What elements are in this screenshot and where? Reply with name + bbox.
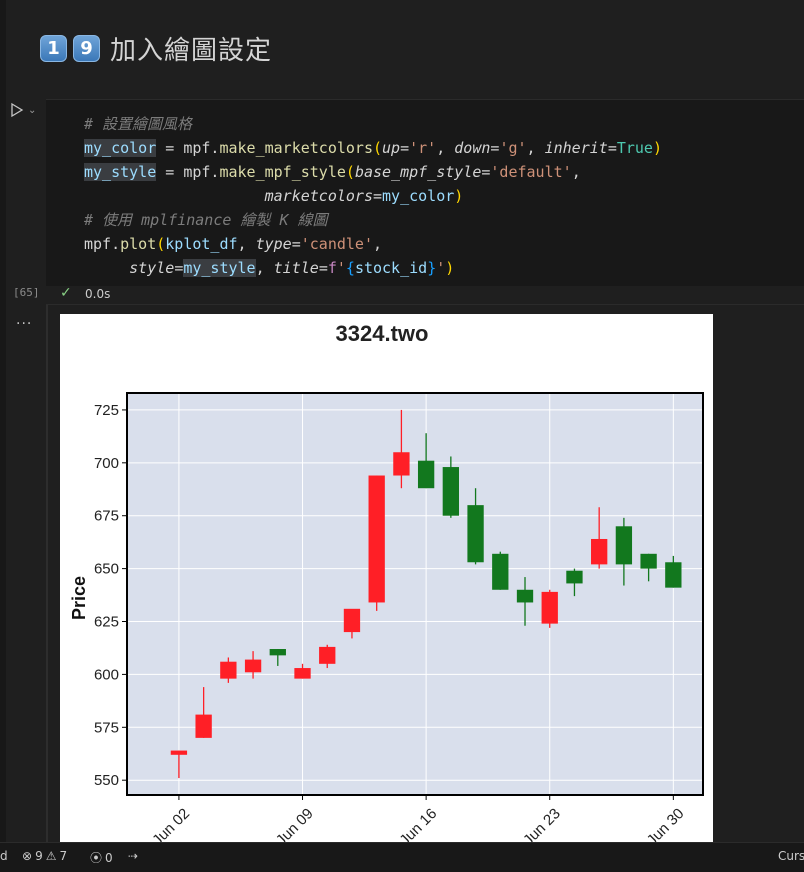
candle-body bbox=[615, 526, 633, 565]
problems-indicator[interactable]: ⊗ 9 ⚠ 7 bbox=[22, 849, 67, 863]
code-token: ' bbox=[336, 259, 346, 277]
code-token: make_marketcolors bbox=[219, 139, 373, 157]
code-token: down bbox=[454, 139, 491, 157]
warning-icon: ⚠ bbox=[45, 849, 57, 863]
success-check-icon: ✓ bbox=[60, 285, 72, 301]
code-editor[interactable]: # 設置繪圖風格 my_color = mpf.make_marketcolor… bbox=[84, 112, 662, 280]
x-tick-label: Jun 16 bbox=[396, 805, 440, 842]
y-axis-label: Price bbox=[69, 576, 89, 620]
code-comment: # 使用 mplfinance 繪製 K 線圖 bbox=[84, 211, 328, 229]
keycap-digit-icon: 9 bbox=[73, 34, 100, 62]
code-token: base_mpf_style bbox=[354, 163, 482, 181]
cell-divider bbox=[46, 304, 804, 305]
candle-body bbox=[294, 668, 311, 679]
chart-title: 3324.two bbox=[336, 321, 429, 346]
code-token: stock_id bbox=[354, 259, 428, 277]
code-token: inherit bbox=[544, 139, 608, 157]
code-token: 'r' bbox=[409, 139, 437, 157]
statusbar-left-text: d bbox=[0, 849, 8, 863]
markdown-heading: 1 9 加入繪圖設定 bbox=[40, 30, 272, 66]
code-token: type bbox=[255, 235, 292, 253]
candle-body bbox=[368, 475, 385, 603]
ports-indicator[interactable]: ⦿ 0 bbox=[90, 849, 113, 866]
heading-text: 加入繪圖設定 bbox=[110, 35, 273, 66]
y-tick-label: 700 bbox=[94, 455, 119, 472]
left-rail bbox=[0, 0, 6, 871]
candle-body bbox=[195, 714, 212, 738]
code-token: up bbox=[382, 139, 401, 157]
x-tick-label: Jun 02 bbox=[149, 805, 193, 842]
y-tick-label: 600 bbox=[94, 666, 119, 683]
code-token: my_color bbox=[382, 187, 455, 205]
y-tick-label: 575 bbox=[94, 719, 119, 736]
y-tick-label: 725 bbox=[94, 402, 119, 419]
output-gutter bbox=[46, 305, 48, 842]
candle-body bbox=[492, 553, 509, 590]
candle-body bbox=[244, 659, 262, 673]
code-token: = mpf. bbox=[156, 163, 220, 181]
warning-count: 7 bbox=[59, 849, 68, 863]
candle-body bbox=[442, 467, 460, 516]
code-token: True bbox=[616, 139, 653, 157]
candle-body bbox=[516, 589, 534, 603]
code-token: title bbox=[273, 259, 319, 277]
candle-body bbox=[220, 661, 237, 679]
run-cell-control[interactable]: ⌄ bbox=[10, 102, 36, 118]
x-tick-label: Jun 30 bbox=[644, 805, 688, 842]
code-token: kplot_df bbox=[165, 235, 238, 253]
code-token: my_color bbox=[84, 139, 157, 157]
y-tick-label: 625 bbox=[94, 614, 119, 631]
candle-body bbox=[170, 750, 188, 755]
code-token: 'default' bbox=[490, 163, 572, 181]
candle-body bbox=[319, 646, 336, 664]
candle-body bbox=[417, 460, 435, 489]
ports-count: 0 bbox=[105, 850, 113, 865]
status-bar: d ⊗ 9 ⚠ 7 ⦿ 0 ⇢ Curs bbox=[0, 842, 804, 872]
code-token: style bbox=[129, 259, 175, 277]
code-token: plot bbox=[120, 235, 157, 253]
candle-body bbox=[269, 649, 286, 656]
execution-time: 0.0s bbox=[85, 287, 111, 301]
code-token: make_mpf_style bbox=[219, 163, 346, 181]
output-more-actions[interactable]: ... bbox=[16, 312, 32, 328]
code-token: 'candle' bbox=[300, 235, 373, 253]
candle-body bbox=[467, 505, 484, 563]
candlestick-chart: 3324.two 550 575 600 625 650 675 700 725 Jun 02 J… bbox=[69, 321, 704, 842]
code-token: ' bbox=[436, 259, 446, 277]
candle-body bbox=[591, 538, 608, 565]
candle-body bbox=[665, 562, 682, 588]
code-token: f bbox=[327, 259, 337, 277]
error-count: 9 bbox=[35, 849, 43, 863]
x-tick-label: Jun 23 bbox=[520, 805, 564, 842]
code-token: 'g' bbox=[499, 139, 527, 157]
candle-body bbox=[393, 452, 410, 476]
y-tick-label: 675 bbox=[94, 508, 119, 525]
code-token: my_style bbox=[84, 163, 157, 181]
candle-body bbox=[343, 608, 361, 633]
keycap-digit-icon: 1 bbox=[40, 34, 67, 62]
candle-body bbox=[566, 570, 583, 584]
code-comment: # 設置繪圖風格 bbox=[84, 115, 193, 133]
code-token: marketcolors bbox=[264, 187, 373, 205]
run-cell-icon[interactable] bbox=[10, 102, 24, 118]
chevron-down-icon[interactable]: ⌄ bbox=[28, 105, 36, 118]
x-tick-label: Jun 09 bbox=[273, 805, 317, 842]
plot-area bbox=[127, 393, 703, 795]
live-share-icon[interactable]: ⇢ bbox=[128, 849, 138, 863]
code-token: mpf. bbox=[84, 235, 121, 253]
error-icon: ⊗ bbox=[22, 849, 33, 863]
candle-body bbox=[640, 553, 657, 569]
broadcast-icon: ⦿ bbox=[90, 851, 103, 865]
code-token: my_style bbox=[183, 259, 256, 277]
plot-output: 3324.two 550 575 600 625 650 675 700 725 Jun 02 J… bbox=[60, 314, 713, 842]
statusbar-right-text[interactable]: Curs bbox=[778, 849, 804, 863]
y-tick-label: 550 bbox=[94, 772, 119, 789]
y-tick-label: 650 bbox=[94, 561, 119, 578]
candle-body bbox=[541, 591, 558, 624]
execution-count: [65] bbox=[13, 286, 40, 299]
code-token: = mpf. bbox=[156, 139, 220, 157]
